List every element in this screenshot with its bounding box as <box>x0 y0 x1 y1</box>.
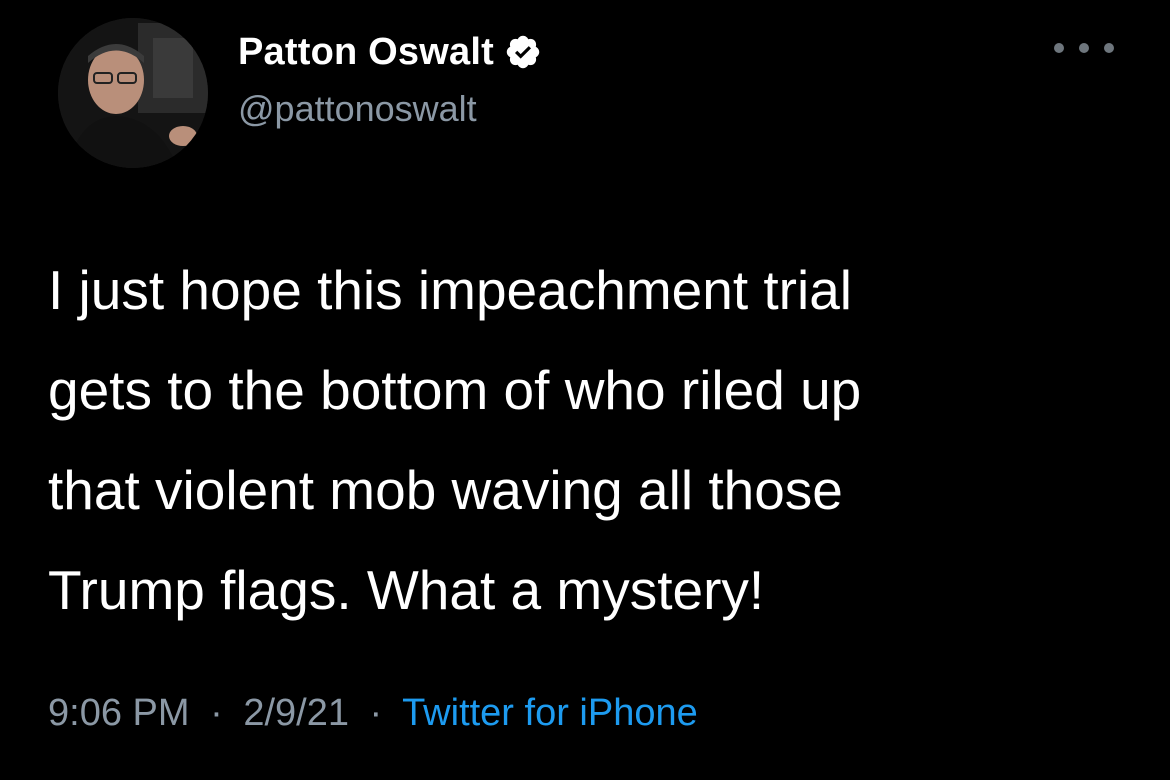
verified-badge-icon <box>504 33 542 71</box>
tweet-card: Patton Oswalt @pattonoswalt I just hope … <box>0 0 1170 780</box>
tweet-time[interactable]: 9:06 PM <box>48 692 190 734</box>
more-options-icon[interactable] <box>1054 36 1114 60</box>
author-block: Patton Oswalt @pattonoswalt <box>238 28 542 130</box>
tweet-text-line: Trump flags. What a mystery! <box>48 559 765 621</box>
meta-separator: · <box>210 692 223 734</box>
avatar[interactable] <box>58 18 208 168</box>
tweet-meta: 9:06 PM · 2/9/21 · Twitter for iPhone <box>48 692 698 735</box>
meta-separator: · <box>369 692 383 734</box>
tweet-text-line: I just hope this impeachment trial <box>48 259 852 321</box>
avatar-photo-icon <box>58 18 208 168</box>
tweet-text-line: gets to the bottom of who riled up <box>48 359 862 421</box>
more-dot <box>1054 43 1064 53</box>
tweet-text-line: that violent mob waving all those <box>48 459 843 521</box>
more-dot <box>1079 43 1089 53</box>
name-row: Patton Oswalt <box>238 28 542 76</box>
user-handle[interactable]: @pattonoswalt <box>238 88 542 130</box>
tweet-text: I just hope this impeachment trial gets … <box>48 240 1118 640</box>
tweet-date[interactable]: 2/9/21 <box>243 692 349 734</box>
more-dot <box>1104 43 1114 53</box>
tweet-source-link[interactable]: Twitter for iPhone <box>402 692 698 734</box>
display-name[interactable]: Patton Oswalt <box>238 31 494 74</box>
